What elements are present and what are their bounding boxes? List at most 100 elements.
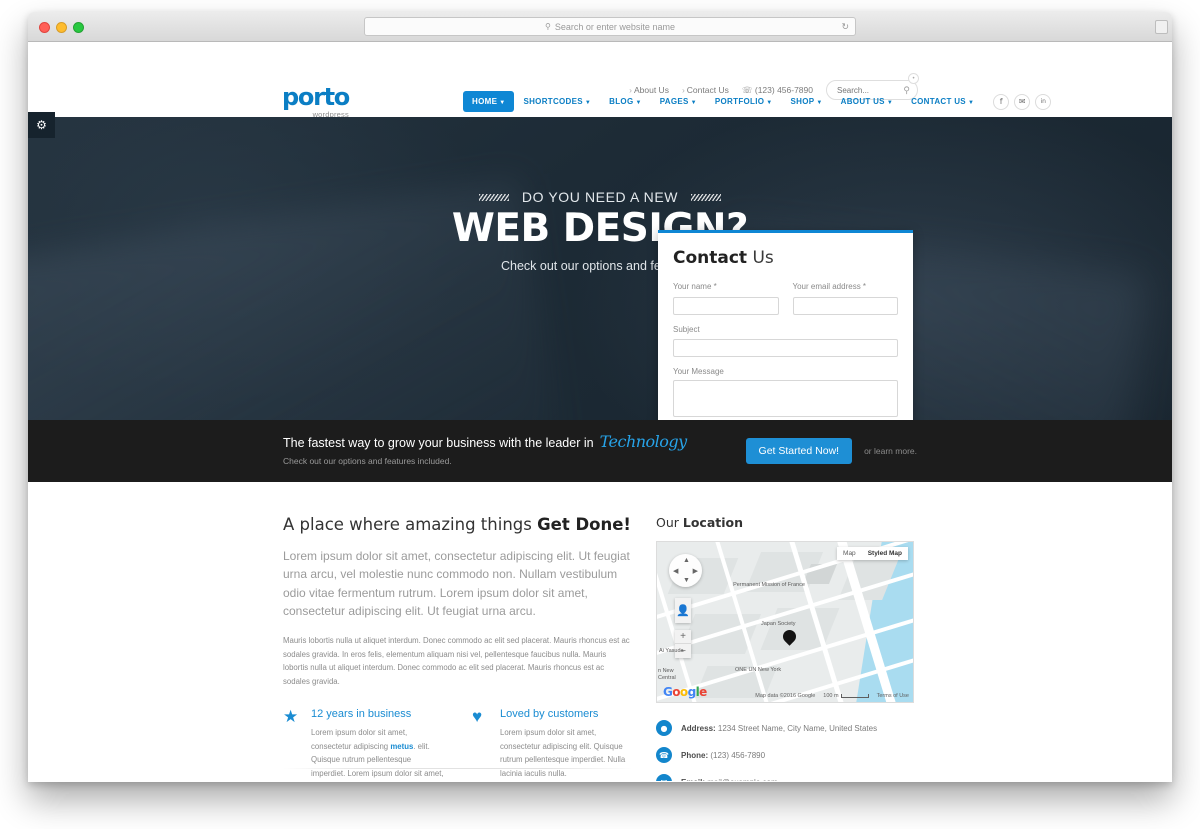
page-title-bold: Get Done! bbox=[537, 515, 631, 534]
location-title: Our Location bbox=[656, 515, 914, 530]
chevron-up-icon[interactable]: ▲ bbox=[683, 557, 690, 564]
nav-item-home[interactable]: HOME ▼ bbox=[463, 91, 515, 112]
feature-list: ★ 12 years in business Lorem ipsum dolor… bbox=[283, 708, 633, 781]
logo-wordmark: porto bbox=[282, 83, 350, 111]
input-your-message[interactable] bbox=[673, 380, 898, 417]
nav-item-portfolio[interactable]: PORTFOLIO ▼ bbox=[706, 91, 782, 112]
zoom-in-button[interactable]: + bbox=[675, 630, 691, 644]
map-type-plain[interactable]: Map bbox=[837, 547, 862, 560]
content-right-column: Our Location ▲ ▼ ◀ ▶ 👤 + − Map Styled Ma… bbox=[656, 515, 914, 781]
site-header: porto wordpress › About Us › Contact Us ☏ … bbox=[28, 42, 1172, 119]
search-badge: • bbox=[908, 73, 919, 84]
chevron-left-icon[interactable]: ◀ bbox=[673, 567, 678, 575]
facebook-icon[interactable]: f bbox=[993, 93, 1010, 110]
twitter-icon[interactable]: ✉ bbox=[1014, 93, 1031, 110]
chevron-down-icon: ▼ bbox=[584, 100, 592, 106]
feature-12-years-in-business: ★ 12 years in business Lorem ipsum dolor… bbox=[283, 708, 444, 781]
map-scale-bar bbox=[840, 693, 869, 698]
location-title-bold: Location bbox=[682, 515, 744, 530]
cta-subline: Check out our options and features inclu… bbox=[283, 456, 452, 466]
reload-icon[interactable]: ↻ bbox=[841, 21, 849, 32]
google-logo-g2: g bbox=[687, 685, 697, 699]
close-window-button[interactable] bbox=[39, 22, 50, 33]
contact-info-value[interactable]: mail@example.com bbox=[705, 778, 777, 782]
map-terms-of-use-link[interactable]: Terms of Use bbox=[877, 693, 909, 699]
secondary-paragraph: Mauris lobortis nulla ut aliquet interdu… bbox=[283, 636, 630, 686]
google-logo-g: G bbox=[663, 685, 673, 699]
phone-icon: ☎ bbox=[656, 747, 672, 763]
map-label-japan-society: Japan Society bbox=[761, 621, 796, 627]
cta-learn-more-link[interactable]: or learn more. bbox=[864, 446, 917, 456]
input-your-email[interactable] bbox=[792, 296, 898, 315]
main-navigation: HOME ▼ SHORTCODES ▼ BLOG ▼ PAGES ▼ PORTFOLIO… bbox=[463, 91, 1052, 112]
nav-label: PAGES bbox=[659, 97, 689, 106]
contact-info-text: Email: mail@example.com bbox=[681, 778, 778, 782]
cta-headline: The fastest way to grow your business wi… bbox=[283, 432, 687, 451]
linkedin-icon[interactable]: in bbox=[1035, 93, 1052, 110]
nav-item-shop[interactable]: SHOP ▼ bbox=[782, 91, 832, 112]
map-attribution: Map data ©2016 Google 100 m Terms of Use bbox=[755, 693, 909, 699]
feature-inline-link[interactable]: metus bbox=[390, 742, 413, 751]
input-your-name[interactable] bbox=[673, 296, 779, 315]
input-subject[interactable] bbox=[673, 339, 898, 357]
nav-item-contact-us[interactable]: CONTACT US ▼ bbox=[902, 91, 983, 112]
feature-title: Loved by customers bbox=[500, 708, 599, 721]
nav-item-shortcodes[interactable]: SHORTCODES ▼ bbox=[514, 91, 600, 112]
field-your-email: Your email address * bbox=[792, 282, 898, 315]
search-icon: ⚲ bbox=[545, 22, 551, 31]
get-started-button[interactable]: Get Started Now! bbox=[745, 438, 853, 464]
field-subject: Subject bbox=[673, 324, 898, 357]
label-subject: Subject bbox=[673, 324, 700, 334]
contact-info-email: ✉ Email: mail@example.com bbox=[656, 774, 914, 781]
site-logo[interactable]: porto wordpress bbox=[282, 83, 350, 119]
contact-info-label: Email: bbox=[681, 778, 705, 782]
contact-info-label: Address: bbox=[681, 723, 716, 733]
social-links: f ✉ in bbox=[993, 93, 1052, 110]
map-type-switcher[interactable]: Map Styled Map bbox=[837, 547, 908, 560]
facebook-glyph: f bbox=[999, 97, 1003, 106]
map-label-permanent-mission: Permanent Mission of France bbox=[733, 582, 805, 588]
map-label-new-central: n New Central bbox=[658, 668, 676, 682]
linkedin-glyph: in bbox=[1040, 98, 1046, 105]
hero-subtitle: Check out our options and features. bbox=[500, 258, 700, 273]
contact-form-title-bold: Contact bbox=[673, 248, 748, 268]
maximize-window-button[interactable] bbox=[73, 22, 84, 33]
nav-label: SHORTCODES bbox=[523, 97, 583, 106]
nav-label: ABOUT US bbox=[840, 97, 885, 106]
theme-settings-tab[interactable]: ⚙ bbox=[28, 112, 55, 138]
contact-form-row-1: Your name * Your email address * bbox=[673, 282, 898, 325]
browser-chrome-bar: ⚲ Search or enter website name ↻ bbox=[28, 12, 1172, 42]
chevron-down-icon: ▼ bbox=[690, 100, 697, 106]
star-icon: ★ bbox=[283, 707, 299, 727]
cta-text-block: The fastest way to grow your business wi… bbox=[283, 432, 687, 466]
hero-banner: DO YOU NEED A NEW WEB DESIGN? Check out … bbox=[28, 117, 1172, 420]
contact-info-text: Phone: (123) 456-7890 bbox=[681, 751, 765, 760]
map-type-styled[interactable]: Styled Map bbox=[861, 547, 908, 560]
twitter-glyph: ✉ bbox=[1018, 97, 1026, 106]
chevron-down-icon: ▼ bbox=[886, 100, 894, 106]
chevron-down-icon[interactable]: ▼ bbox=[683, 577, 690, 584]
contact-form-title-rest: Us bbox=[747, 248, 774, 268]
minimize-window-button[interactable] bbox=[56, 22, 67, 33]
chevron-down-icon: ▼ bbox=[816, 100, 823, 106]
nav-item-about-us[interactable]: ABOUT US ▼ bbox=[832, 91, 902, 112]
nav-item-pages[interactable]: PAGES ▼ bbox=[651, 91, 706, 112]
contact-form-card: Contact Us Your name * Your email addres… bbox=[658, 230, 913, 420]
browser-tabs-button[interactable] bbox=[1155, 20, 1168, 34]
label-your-message: Your Message bbox=[673, 367, 724, 376]
browser-window: ⚲ Search or enter website name ↻ ⚙ porto… bbox=[28, 12, 1172, 782]
contact-form-title: Contact Us bbox=[673, 248, 898, 268]
hero-eyebrow: DO YOU NEED A NEW bbox=[28, 189, 1172, 205]
field-your-message: Your Message bbox=[673, 367, 898, 420]
map-pan-control[interactable]: ▲ ▼ ◀ ▶ bbox=[669, 554, 702, 587]
browser-address-bar[interactable]: ⚲ Search or enter website name ↻ bbox=[364, 17, 856, 36]
google-map[interactable]: ▲ ▼ ◀ ▶ 👤 + − Map Styled Map Permanent M… bbox=[656, 541, 914, 703]
feature-body: Lorem ipsum dolor sit amet, consectetur … bbox=[500, 726, 633, 781]
nav-label: PORTFOLIO bbox=[714, 97, 765, 106]
street-view-pegman-icon[interactable]: 👤 bbox=[675, 598, 691, 623]
section-divider bbox=[283, 768, 633, 769]
nav-item-blog[interactable]: BLOG ▼ bbox=[600, 91, 651, 112]
nav-label: SHOP bbox=[790, 97, 815, 106]
contact-info-phone: ☎ Phone: (123) 456-7890 bbox=[656, 747, 914, 763]
chevron-right-icon[interactable]: ▶ bbox=[693, 567, 698, 575]
